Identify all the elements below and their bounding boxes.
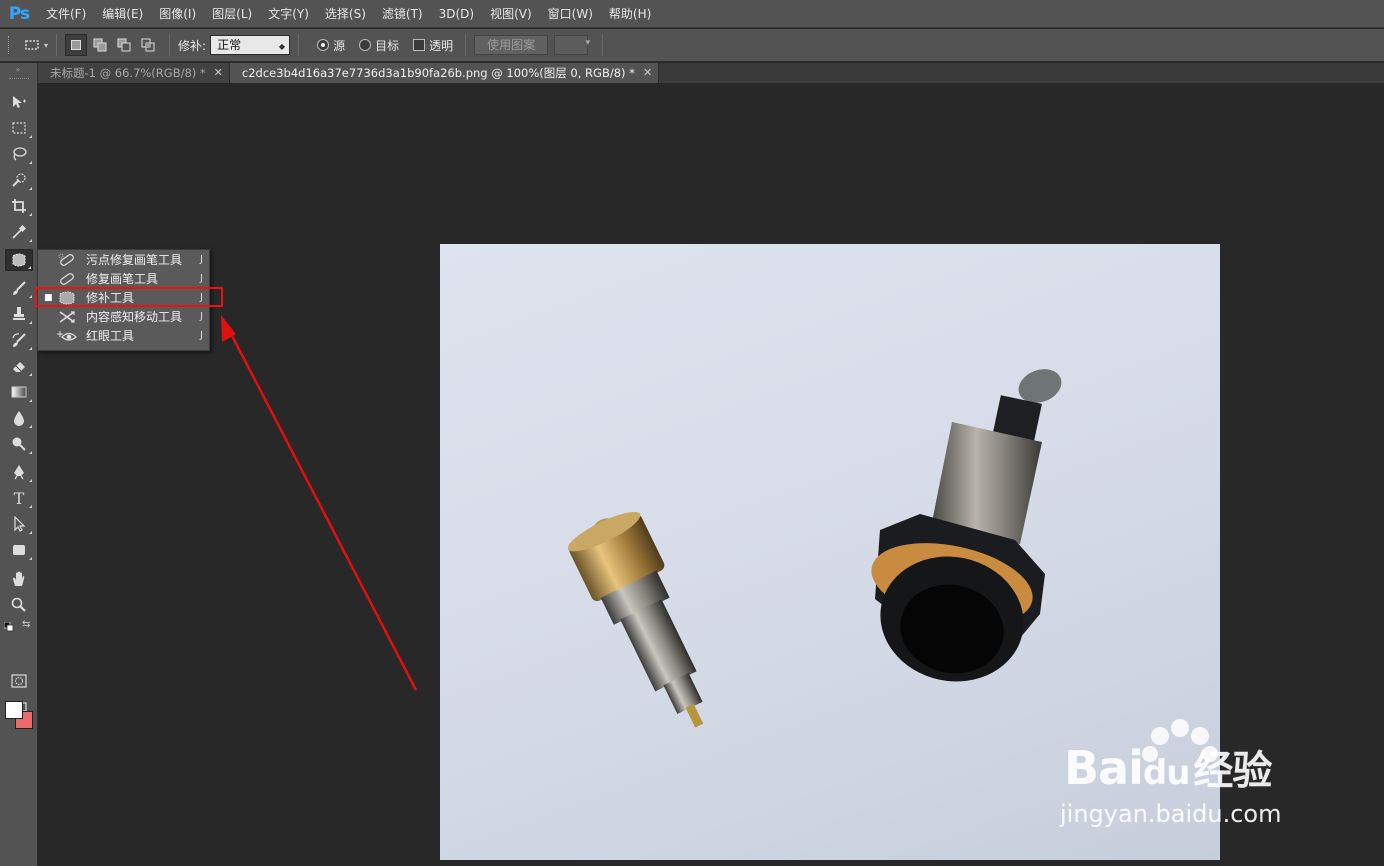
menu-3d[interactable]: 3D(D): [431, 0, 482, 28]
use-pattern-button[interactable]: 使用图案: [474, 35, 549, 55]
tools-panel: » T ⇆: [0, 63, 38, 866]
menu-edit[interactable]: 编辑(E): [94, 0, 151, 28]
menu-type[interactable]: 文字(Y): [260, 0, 317, 28]
shortcut-key: J: [200, 273, 203, 284]
lasso-tool-icon[interactable]: [5, 143, 33, 165]
subtract-selection-button[interactable]: [113, 34, 135, 56]
patch-mode-select[interactable]: 正常 ◆: [210, 35, 291, 55]
options-separator: [465, 34, 467, 56]
options-grip: [2, 34, 16, 56]
flyout-label: 红眼工具: [86, 329, 135, 343]
menu-window[interactable]: 窗口(W): [540, 0, 601, 28]
default-colors-icon[interactable]: [3, 621, 14, 632]
transparent-label: 透明: [429, 38, 454, 53]
destination-label: 目标: [375, 38, 400, 53]
source-label: 源: [333, 38, 346, 53]
red-eye-icon: [56, 328, 78, 344]
transparent-checkbox[interactable]: [413, 39, 426, 51]
tab-untitled[interactable]: 未标题-1 @ 66.7%(RGB/8) * ✕: [38, 63, 230, 83]
shortcut-key: J: [200, 254, 203, 265]
photoshop-logo: Ps: [8, 3, 30, 24]
swap-colors-icon[interactable]: ⇆: [22, 619, 30, 630]
brush-tool-icon[interactable]: [5, 277, 33, 299]
path-selection-tool-icon[interactable]: [5, 513, 33, 535]
flyout-label: 内容感知移动工具: [86, 310, 183, 324]
menu-filter[interactable]: 滤镜(T): [374, 0, 431, 28]
arrow-shaft: [226, 327, 418, 691]
tab-image[interactable]: c2dce3b4d16a37e7736d3a1b90fa26b.png @ 10…: [229, 63, 660, 83]
patch-mode-value: 正常: [217, 38, 242, 52]
pattern-picker[interactable]: [554, 35, 590, 55]
arrow-head: [221, 315, 236, 342]
annotation-highlight-box: [35, 287, 223, 307]
options-separator: [602, 34, 604, 56]
stamp-tool-icon[interactable]: [5, 303, 33, 325]
quick-selection-tool-icon[interactable]: [5, 169, 33, 191]
pen-tool-icon[interactable]: [5, 461, 33, 483]
patch-tool-preset-icon[interactable]: [22, 35, 42, 55]
close-icon[interactable]: ✕: [214, 63, 223, 83]
shortcut-key: J: [200, 330, 203, 341]
destination-radio[interactable]: [359, 39, 372, 51]
panel-collapse-icon[interactable]: »: [0, 63, 37, 77]
menu-bar: Ps 文件(F) 编辑(E) 图像(I) 图层(L) 文字(Y) 选择(S) 滤…: [0, 0, 1384, 28]
menu-select[interactable]: 选择(S): [317, 0, 374, 28]
menu-view[interactable]: 视图(V): [482, 0, 540, 28]
foreground-color-swatch[interactable]: [5, 701, 23, 719]
intersect-selection-button[interactable]: [137, 34, 159, 56]
patch-tool-icon[interactable]: [5, 249, 33, 271]
tab-label: 未标题-1 @ 66.7%(RGB/8) *: [50, 66, 206, 80]
patch-label: 修补:: [178, 38, 207, 53]
options-separator: [298, 34, 300, 56]
marquee-tool-icon[interactable]: [5, 117, 33, 139]
flyout-label: 修复画笔工具: [86, 272, 159, 286]
menu-image[interactable]: 图像(I): [151, 0, 204, 28]
document-tabs: 未标题-1 @ 66.7%(RGB/8) * ✕ c2dce3b4d16a37e…: [38, 63, 1384, 83]
options-separator: [56, 34, 58, 56]
menu-layer[interactable]: 图层(L): [204, 0, 260, 28]
menu-file[interactable]: 文件(F): [38, 0, 94, 28]
flyout-item-content-aware-move[interactable]: 内容感知移动工具 J: [38, 307, 209, 326]
menu-help[interactable]: 帮助(H): [601, 0, 659, 28]
quick-mask-icon[interactable]: [5, 670, 33, 692]
close-icon[interactable]: ✕: [643, 63, 652, 83]
document-canvas[interactable]: [440, 244, 1220, 860]
eraser-tool-icon[interactable]: [5, 355, 33, 377]
move-tool-icon[interactable]: [5, 91, 33, 113]
shape-tool-icon[interactable]: [5, 539, 33, 561]
dodge-tool-icon[interactable]: [5, 433, 33, 455]
flyout-item-healing-brush[interactable]: 修复画笔工具 J: [38, 269, 209, 288]
new-selection-button[interactable]: [65, 34, 88, 56]
source-radio[interactable]: [317, 39, 330, 51]
hand-tool-icon[interactable]: [5, 568, 33, 590]
flyout-item-spot-healing-brush[interactable]: 污点修复画笔工具 J: [38, 250, 209, 269]
options-bar: ▾ 修补: 正常 ◆ 源 目标 透明 使用图案: [0, 29, 1384, 62]
select-arrows-icon: ◆: [278, 42, 286, 51]
gradient-tool-icon[interactable]: [5, 381, 33, 403]
content-aware-move-icon: [56, 309, 78, 325]
type-tool-icon[interactable]: T: [5, 487, 33, 509]
tab-label: c2dce3b4d16a37e7736d3a1b90fa26b.png @ 10…: [241, 66, 635, 80]
eyedropper-tool-icon[interactable]: [5, 221, 33, 243]
shortcut-key: J: [200, 311, 203, 322]
zoom-tool-icon[interactable]: [5, 594, 33, 616]
options-separator: [169, 34, 171, 56]
history-brush-tool-icon[interactable]: [5, 329, 33, 351]
panel-grip: [9, 78, 29, 80]
crop-tool-icon[interactable]: [5, 195, 33, 217]
healing-brush-icon: [56, 271, 78, 287]
spot-healing-brush-icon: [56, 252, 78, 268]
preset-chevron-down-icon[interactable]: ▾: [44, 41, 48, 50]
flyout-item-red-eye[interactable]: 红眼工具 J: [38, 326, 209, 345]
flyout-label: 污点修复画笔工具: [86, 253, 183, 267]
blur-tool-icon[interactable]: [5, 407, 33, 429]
injector-photo: [567, 369, 1062, 728]
add-selection-button[interactable]: [89, 34, 111, 56]
